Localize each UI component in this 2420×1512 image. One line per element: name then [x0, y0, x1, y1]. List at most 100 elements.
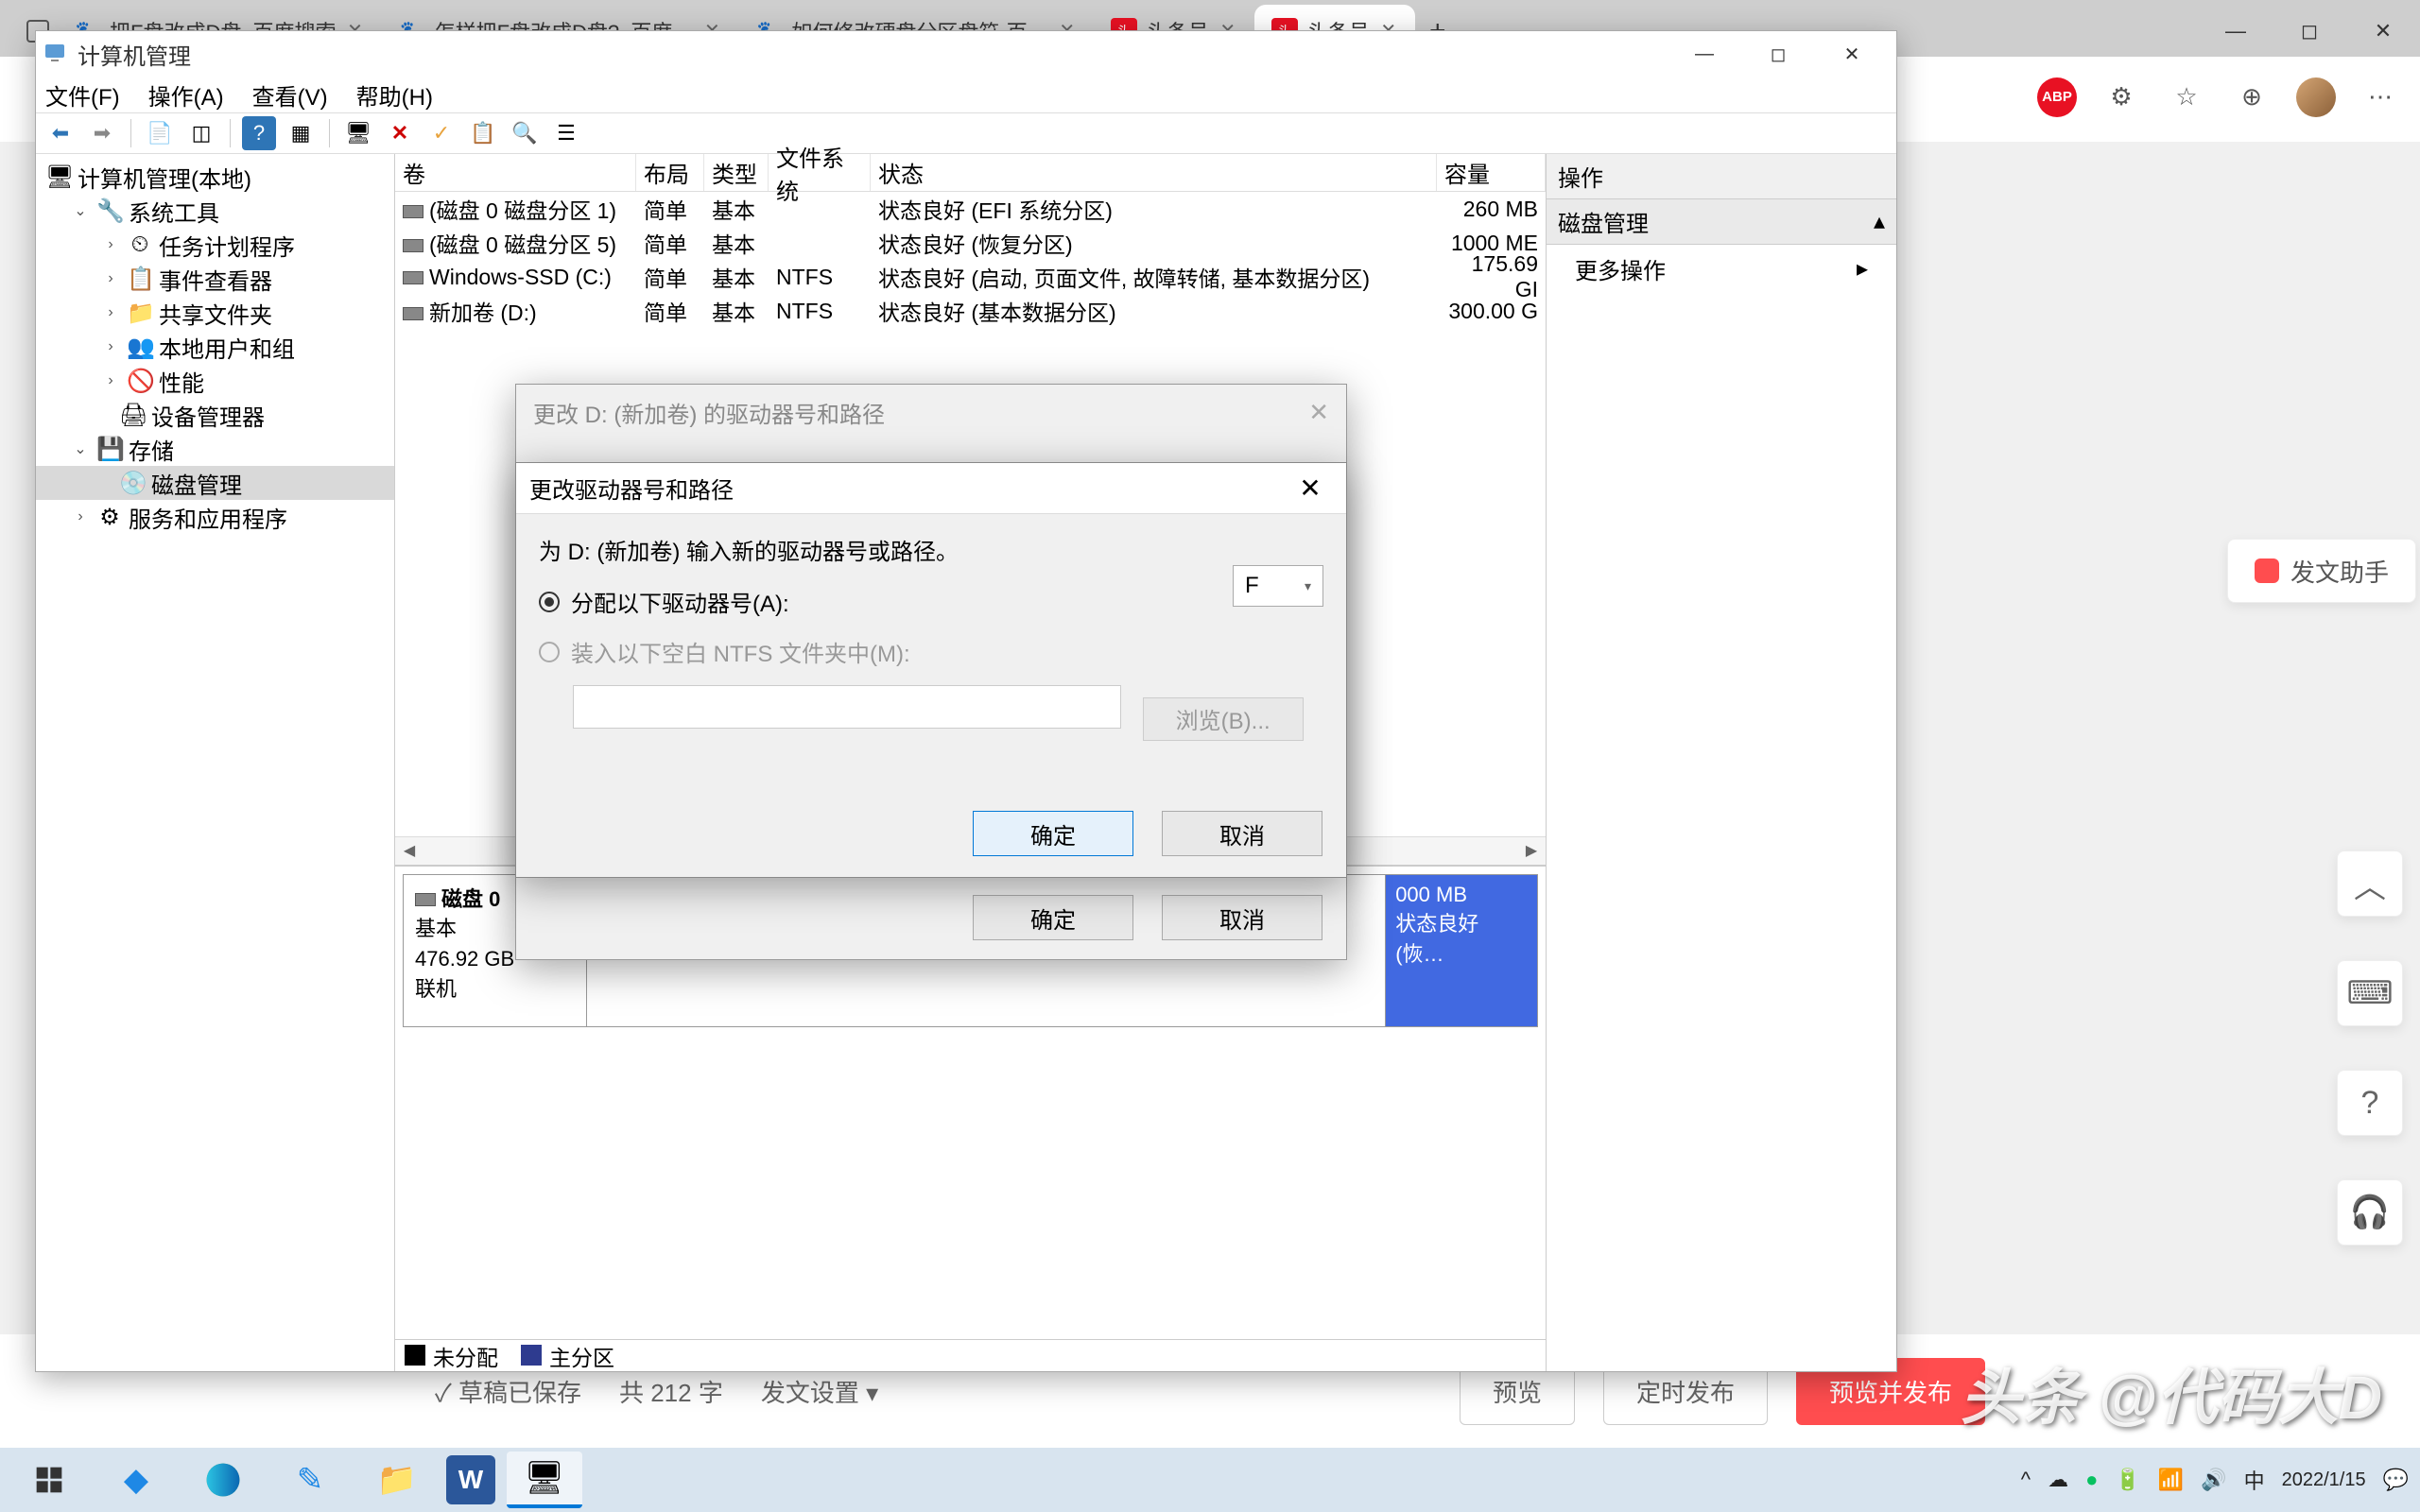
favorites-star-icon[interactable]: ☆	[2166, 77, 2207, 118]
action-icon[interactable]: ▦	[284, 116, 318, 150]
browse-button: 浏览(B)...	[1143, 697, 1304, 741]
start-button[interactable]	[11, 1452, 87, 1508]
expand-icon[interactable]: ›	[100, 270, 121, 287]
tree-shared-folders[interactable]: ›📁共享文件夹	[36, 296, 394, 330]
col-filesystem[interactable]: 文件系统	[769, 154, 871, 191]
option-assign-letter[interactable]: 分配以下驱动器号(A):	[539, 585, 1323, 618]
taskbar-explorer[interactable]: 📁	[359, 1452, 435, 1508]
expand-icon[interactable]: ›	[100, 372, 121, 389]
actions-header: 操作	[1547, 154, 1896, 199]
tree-services-apps[interactable]: ›⚙服务和应用程序	[36, 500, 394, 534]
nav-forward-icon[interactable]: ➡	[85, 116, 119, 150]
taskbar-computer-management[interactable]: 🖥	[507, 1452, 582, 1508]
properties-icon[interactable]: 📋	[466, 116, 500, 150]
keyboard-icon[interactable]: ⌨	[2337, 960, 2403, 1026]
dialog2-ok-button[interactable]: 确定	[973, 811, 1133, 856]
actions-more[interactable]: 更多操作 ▸	[1547, 245, 1896, 293]
taskbar-app-3[interactable]: ✎	[272, 1452, 348, 1508]
radio-assign-letter[interactable]	[539, 592, 560, 612]
actions-section-disk-mgmt[interactable]: 磁盘管理 ▴	[1547, 199, 1896, 245]
dialog2-close-button[interactable]: ✕	[1288, 466, 1333, 511]
option-mount-folder[interactable]: 装入以下空白 NTFS 文件夹中(M):	[539, 635, 1323, 668]
publish-settings-dropdown[interactable]: 发文设置 ▾	[761, 1374, 878, 1409]
list-icon[interactable]: ☰	[549, 116, 583, 150]
scroll-top-button[interactable]: ︿	[2337, 850, 2403, 917]
drive-letter-select[interactable]: F ▾	[1233, 565, 1323, 607]
volume-row[interactable]: 新加卷 (D:) 简单 基本 NTFS 状态良好 (基本数据分区) 300.00…	[395, 294, 1546, 328]
expand-icon[interactable]: ›	[70, 508, 91, 525]
expand-icon[interactable]: ›	[100, 236, 121, 253]
taskbar-edge[interactable]	[185, 1452, 261, 1508]
check-icon[interactable]: ✓	[424, 116, 458, 150]
menu-help[interactable]: 帮助(H)	[356, 78, 433, 112]
tray-ime-label[interactable]: 中	[2244, 1465, 2265, 1495]
scroll-right-icon[interactable]: ▶	[1517, 837, 1546, 864]
taskbar-app-1[interactable]: ◆	[98, 1452, 174, 1508]
collapse-icon[interactable]: ⌄	[70, 201, 91, 220]
dialog2-cancel-button[interactable]: 取消	[1162, 811, 1322, 856]
mmc-maximize-button[interactable]: ◻	[1741, 31, 1815, 77]
taskbar-word[interactable]: W	[446, 1455, 495, 1504]
settings-gear-icon[interactable]: ⚙	[2100, 77, 2142, 118]
col-capacity[interactable]: 容量	[1437, 154, 1546, 191]
col-volume[interactable]: 卷	[395, 154, 636, 191]
mmc-menubar: 文件(F) 操作(A) 查看(V) 帮助(H)	[36, 77, 1896, 112]
col-status[interactable]: 状态	[871, 154, 1437, 191]
delete-icon[interactable]: ✕	[383, 116, 417, 150]
tray-wifi-icon[interactable]: 📶	[2158, 1468, 2184, 1492]
menu-view[interactable]: 查看(V)	[252, 78, 328, 112]
writing-assistant-button[interactable]: 发文助手	[2227, 539, 2416, 603]
legend-primary: 主分区	[521, 1340, 614, 1372]
mmc-titlebar[interactable]: 计算机管理 — ◻ ✕	[36, 31, 1896, 77]
window-minimize-button[interactable]: —	[2199, 5, 2273, 57]
expand-icon[interactable]: ›	[100, 304, 121, 321]
show-hide-tree-icon[interactable]: ◫	[184, 116, 218, 150]
help-icon[interactable]: ?	[2337, 1070, 2403, 1136]
tray-onedrive-icon[interactable]: ☁	[2048, 1468, 2068, 1492]
volume-row[interactable]: (磁盘 0 磁盘分区 5) 简单 基本 状态良好 (恢复分区) 1000 ME	[395, 226, 1546, 260]
tray-volume-icon[interactable]: 🔊	[2201, 1468, 2226, 1492]
window-close-button[interactable]: ✕	[2346, 5, 2420, 57]
tray-battery-icon[interactable]: 🔋	[2115, 1468, 2140, 1492]
help-icon[interactable]: ?	[242, 116, 276, 150]
dialog2-titlebar[interactable]: 更改驱动器号和路径 ✕	[516, 463, 1346, 514]
volume-row[interactable]: Windows-SSD (C:) 简单 基本 NTFS 状态良好 (启动, 页面…	[395, 260, 1546, 294]
nav-back-icon[interactable]: ⬅	[43, 116, 78, 150]
more-icon[interactable]: ⋯	[2360, 77, 2401, 118]
partition-recovery[interactable]: 000 MB 状态良好 (恢…	[1385, 875, 1537, 1026]
col-type[interactable]: 类型	[704, 154, 769, 191]
tree-device-manager[interactable]: 🖨设备管理器	[36, 398, 394, 432]
draft-saved-label: ✓ 草稿已保存	[435, 1374, 581, 1409]
refresh-icon[interactable]: 🖥	[341, 116, 375, 150]
tree-task-scheduler[interactable]: ›⏲任务计划程序	[36, 228, 394, 262]
mmc-close-button[interactable]: ✕	[1815, 31, 1889, 77]
tray-expand-icon[interactable]: ^	[2021, 1468, 2031, 1492]
mmc-minimize-button[interactable]: —	[1668, 31, 1741, 77]
window-maximize-button[interactable]: ◻	[2273, 5, 2346, 57]
tray-notifications-icon[interactable]: 💬	[2383, 1468, 2409, 1492]
profile-avatar[interactable]	[2296, 77, 2336, 117]
support-headset-icon[interactable]: 🎧	[2337, 1179, 2403, 1246]
adblock-icon[interactable]: ABP	[2037, 77, 2077, 117]
col-layout[interactable]: 布局	[636, 154, 704, 191]
tray-clock[interactable]: 2022/1/15	[2282, 1469, 2366, 1492]
volume-row[interactable]: (磁盘 0 磁盘分区 1) 简单 基本 状态良好 (EFI 系统分区) 260 …	[395, 192, 1546, 226]
tree-event-viewer[interactable]: ›📋事件查看器	[36, 262, 394, 296]
tree-disk-management[interactable]: 💿磁盘管理	[36, 466, 394, 500]
up-icon[interactable]: 📄	[143, 116, 177, 150]
radio-mount-folder[interactable]	[539, 642, 560, 662]
tree-storage[interactable]: ⌄💾存储	[36, 432, 394, 466]
menu-file[interactable]: 文件(F)	[45, 78, 120, 112]
menu-action[interactable]: 操作(A)	[148, 78, 224, 112]
tree-system-tools[interactable]: ⌄🔧系统工具	[36, 194, 394, 228]
scroll-left-icon[interactable]: ◀	[395, 837, 424, 864]
system-tray: ^ ☁ ● 🔋 📶 🔊 中 2022/1/15 💬	[2021, 1465, 2409, 1495]
tree-local-users[interactable]: ›👥本地用户和组	[36, 330, 394, 364]
expand-icon[interactable]: ›	[100, 338, 121, 355]
tray-wechat-icon[interactable]: ●	[2085, 1468, 2098, 1492]
collections-icon[interactable]: ⊕	[2231, 77, 2273, 118]
tree-performance[interactable]: ›🚫性能	[36, 364, 394, 398]
find-icon[interactable]: 🔍	[508, 116, 542, 150]
tree-root[interactable]: 🖥计算机管理(本地)	[36, 160, 394, 194]
collapse-icon[interactable]: ⌄	[70, 439, 91, 458]
